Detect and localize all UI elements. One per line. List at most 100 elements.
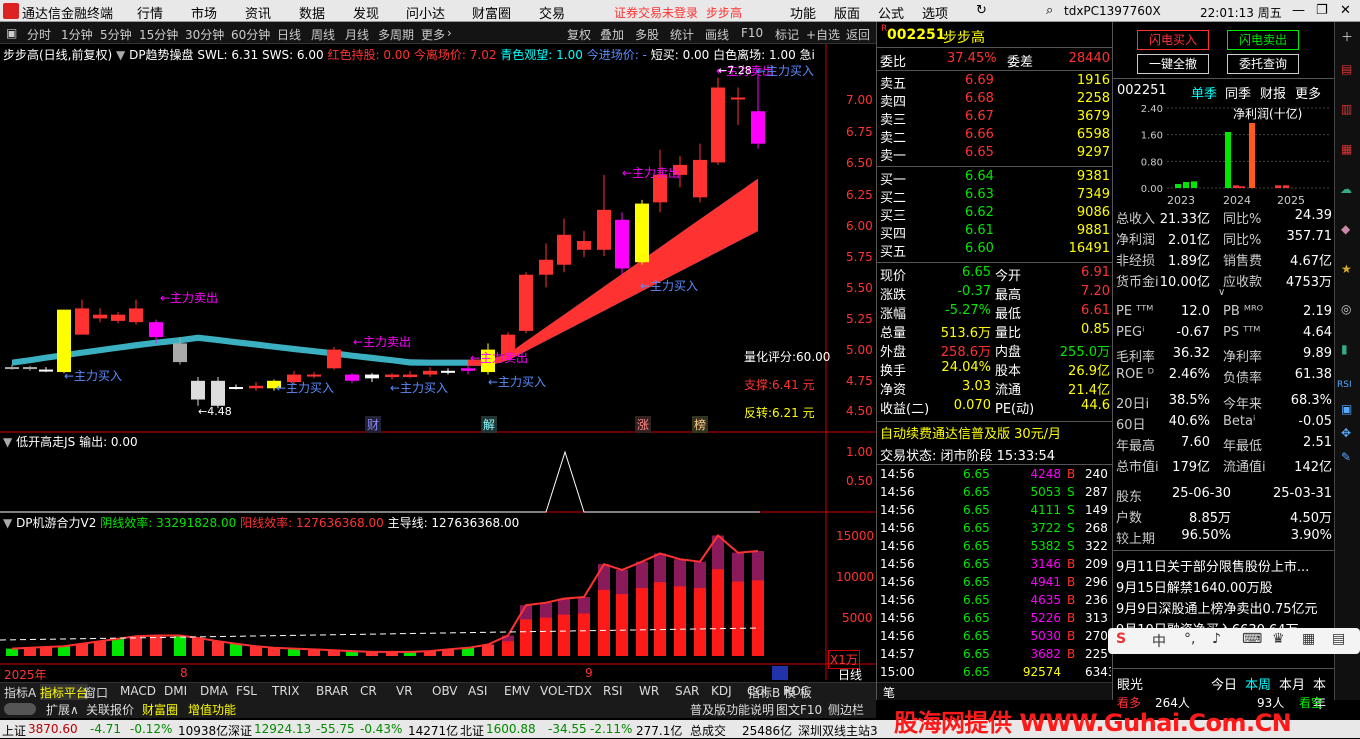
indicator-chevron-icon[interactable]: ▼: [116, 48, 125, 62]
flash-sell-button[interactable]: 闪电卖出: [1227, 30, 1299, 50]
side-icon-move[interactable]: ✥: [1341, 426, 1351, 440]
candlestick[interactable]: [211, 377, 225, 409]
candlestick[interactable]: [57, 309, 71, 374]
indicator-tab[interactable]: DMA: [200, 684, 228, 698]
candlestick[interactable]: [23, 365, 37, 371]
server-name[interactable]: 深圳双线主站3: [798, 722, 878, 739]
side-icon-rsi[interactable]: RSI: [1337, 380, 1352, 390]
indicator-tab[interactable]: OBV: [432, 684, 458, 698]
indicator-tab[interactable]: 指标A: [4, 684, 36, 701]
indicator-tab[interactable]: VR: [396, 684, 413, 698]
indicator-tab[interactable]: SAR: [675, 684, 699, 698]
scroll-handle[interactable]: [772, 666, 788, 680]
side-icon-add[interactable]: ＋: [1341, 28, 1353, 45]
ind2-chevron-icon[interactable]: ▼: [3, 516, 12, 530]
candlestick[interactable]: [597, 174, 611, 256]
ime-grid-icon[interactable]: ▦: [1302, 631, 1315, 647]
period-tab-5min[interactable]: 5分钟: [100, 26, 132, 43]
close-icon[interactable]: ✕: [1340, 3, 1351, 18]
indicator-name[interactable]: DP趋势操盘: [129, 48, 193, 62]
tick-row[interactable]: 14:56 6.65 5030 B 270: [877, 629, 1113, 647]
action-adjust[interactable]: 复权: [567, 26, 591, 43]
menu-data[interactable]: 数据: [299, 3, 325, 22]
indicator-tab[interactable]: 指标平台: [40, 684, 89, 701]
event-marker-rank[interactable]: 榜: [692, 416, 709, 433]
period-tab-multi[interactable]: 多周期: [378, 26, 414, 43]
ind1-chevron-icon[interactable]: ▼: [3, 435, 12, 449]
side-icon-news[interactable]: ▦: [1341, 142, 1352, 156]
indicator-tab[interactable]: EMV: [504, 684, 530, 698]
event-marker-unlock[interactable]: 解: [481, 416, 498, 433]
tick-tab-pen[interactable]: 笔: [883, 684, 895, 701]
tick-row[interactable]: 14:57 6.65 3682 B 225: [877, 647, 1113, 665]
order-query-button[interactable]: 委托查询: [1227, 54, 1299, 74]
menu-market[interactable]: 市场: [191, 3, 217, 22]
event-marker-limit[interactable]: 涨: [635, 416, 652, 433]
candlestick[interactable]: [441, 368, 455, 375]
side-icon-cloud[interactable]: ☁: [1340, 182, 1352, 196]
ime-mic-icon[interactable]: ♪: [1212, 631, 1221, 647]
indicator-tab[interactable]: TRIX: [272, 684, 299, 698]
period-tab-1min[interactable]: 1分钟: [61, 26, 93, 43]
menu-trade[interactable]: 交易: [539, 3, 565, 22]
tick-row[interactable]: 14:56 6.65 4248 B 240: [877, 467, 1113, 485]
side-icon-funds[interactable]: ◆: [1341, 222, 1350, 236]
event-marker-finance[interactable]: 财: [365, 416, 382, 433]
menu-market-quotes[interactable]: 行情: [137, 3, 163, 22]
menu-ask[interactable]: 问小达: [406, 3, 445, 22]
ind2-title[interactable]: DP机游合力V2: [16, 516, 96, 530]
flash-buy-button[interactable]: 闪电买入: [1137, 30, 1209, 50]
indicator-tab[interactable]: WR: [639, 684, 659, 698]
candlestick[interactable]: [423, 367, 437, 378]
ime-more-icon[interactable]: ▤: [1332, 631, 1345, 647]
indicator-tab[interactable]: 窗口: [84, 684, 108, 701]
extension-tab[interactable]: 增值功能: [188, 701, 236, 718]
period-tab-15min[interactable]: 15分钟: [139, 26, 178, 43]
ime-chinese-icon[interactable]: 中: [1152, 631, 1166, 651]
extension-tab[interactable]: 关联报价: [86, 701, 134, 718]
cancel-all-button[interactable]: 一键全撤: [1137, 54, 1209, 74]
menu-formula[interactable]: 公式: [878, 3, 904, 22]
candlestick[interactable]: [111, 312, 125, 324]
extension-tab[interactable]: 侧边栏: [828, 701, 864, 718]
renewal-ad[interactable]: 自动续费通达信普及版 30元/月: [880, 423, 1061, 442]
indicator-tab[interactable]: CR: [360, 684, 377, 698]
kline-chart-area[interactable]: 步步高(日线,前复权) ▼ DP趋势操盘 SWL: 6.31 SWS: 6.00…: [0, 44, 876, 682]
tick-row[interactable]: 14:56 6.65 5053 S 287: [877, 485, 1113, 503]
side-icon-quote[interactable]: ▤: [1341, 62, 1352, 76]
candlestick[interactable]: [557, 218, 571, 273]
eyes-tab-month[interactable]: 本月: [1279, 674, 1305, 693]
candlestick[interactable]: [539, 243, 553, 288]
tick-row[interactable]: 14:56 6.65 5382 S 322: [877, 539, 1113, 557]
period-tab-more[interactable]: 更多: [421, 26, 445, 43]
expand-chevron-icon[interactable]: ∨: [1218, 287, 1225, 298]
extension-tab[interactable]: 扩展∧: [46, 701, 79, 718]
candlestick[interactable]: [93, 308, 107, 323]
search-icon[interactable]: ⌕: [1046, 3, 1053, 18]
indicator-tab[interactable]: FSL: [236, 684, 257, 698]
refresh-icon[interactable]: ↻: [976, 3, 987, 18]
ime-punct-icon[interactable]: °,: [1184, 631, 1195, 647]
candlestick[interactable]: [345, 373, 359, 384]
side-icon-chart[interactable]: ▥: [1341, 102, 1352, 116]
period-tab-60min[interactable]: 60分钟: [231, 26, 270, 43]
tick-row[interactable]: 14:56 6.65 4111 S 149: [877, 503, 1113, 521]
candlestick[interactable]: [307, 372, 321, 379]
candlestick[interactable]: [751, 75, 765, 149]
ime-toolbar[interactable]: S 中 °, ♪ ⌨ ♛ ▦ ▤: [1108, 628, 1360, 654]
tick-row[interactable]: 14:56 6.65 4941 B 296: [877, 575, 1113, 593]
candlestick[interactable]: [635, 199, 649, 265]
action-overlay[interactable]: 叠加: [600, 26, 624, 43]
candlestick[interactable]: [731, 87, 745, 125]
login-status[interactable]: 证券交易未登录: [614, 4, 698, 21]
candlestick[interactable]: [711, 77, 725, 165]
candlestick[interactable]: [75, 299, 89, 335]
side-icon-pen[interactable]: ✎: [1341, 450, 1351, 464]
minimize-icon[interactable]: —: [1292, 3, 1305, 18]
ime-keyboard-icon[interactable]: ⌨: [1242, 631, 1262, 647]
extension-tab[interactable]: 普及版功能说明: [690, 701, 774, 718]
indicator-tab[interactable]: VOL-TDX: [540, 684, 592, 698]
period-tab-timeshare[interactable]: 分时: [27, 26, 51, 43]
side-icon-image[interactable]: ▣: [1341, 402, 1352, 416]
candlestick[interactable]: [615, 212, 629, 275]
